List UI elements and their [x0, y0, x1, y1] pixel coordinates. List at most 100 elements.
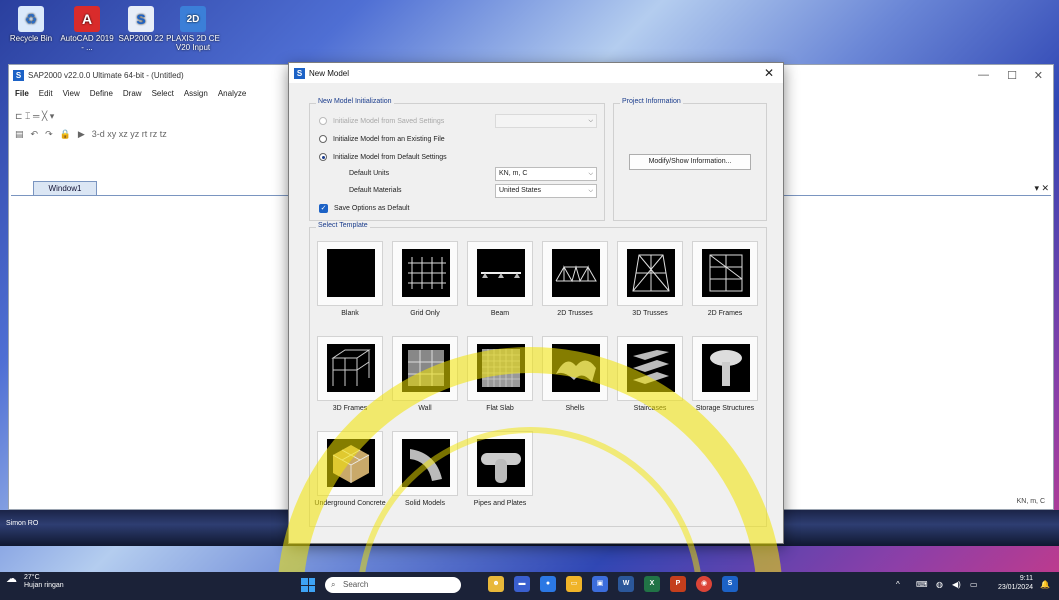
- default-units-select[interactable]: KN, m, C ⌵: [495, 167, 597, 181]
- template-flat-slab[interactable]: [467, 336, 533, 401]
- radio-button[interactable]: [319, 153, 327, 161]
- store-icon[interactable]: ▣: [592, 576, 608, 592]
- menu-select[interactable]: Select: [152, 89, 174, 98]
- desktop-icon-sap2000[interactable]: S SAP2000 22: [114, 4, 168, 43]
- undo-icon[interactable]: ↶: [31, 129, 39, 140]
- radio-label: Initialize Model from Default Settings: [333, 153, 447, 161]
- run-icon[interactable]: ▶: [78, 129, 85, 140]
- template-beam[interactable]: [467, 241, 533, 306]
- word-icon[interactable]: W: [618, 576, 634, 592]
- radio-button[interactable]: [319, 117, 327, 125]
- solid-models-icon: [402, 439, 450, 487]
- template-label: Staircases: [633, 405, 667, 412]
- menu-analyze[interactable]: Analyze: [218, 89, 246, 98]
- file-explorer-icon[interactable]: ▭: [566, 576, 582, 592]
- powerpoint-icon[interactable]: P: [670, 576, 686, 592]
- template-label: 3D Trusses: [632, 310, 668, 317]
- pipes-and-plates-icon: [477, 439, 525, 487]
- cloud-icon: ☁: [6, 573, 17, 585]
- template-3d-trusses[interactable]: [617, 241, 683, 306]
- taskbar-app-1[interactable]: ☻: [488, 576, 504, 592]
- keyboard-icon[interactable]: ⌨: [916, 580, 928, 589]
- notification-bell-icon[interactable]: 🔔: [1040, 580, 1050, 589]
- tab-window1[interactable]: Window1: [33, 181, 97, 195]
- template-label: Beam: [490, 310, 510, 317]
- check-icon[interactable]: ✓: [319, 204, 328, 213]
- taskbar-clock[interactable]: 9:11 23/01/2024: [998, 574, 1033, 592]
- template-staircases[interactable]: [617, 336, 683, 401]
- status-units[interactable]: KN, m, C: [1017, 498, 1045, 505]
- menu-draw[interactable]: Draw: [123, 89, 142, 98]
- taskbar-search[interactable]: ⌕ Search: [325, 577, 461, 593]
- template-pipes-and-plates[interactable]: [467, 431, 533, 496]
- chevron-up-icon[interactable]: ^: [896, 580, 900, 589]
- sap2000-logo-icon: S: [294, 67, 305, 79]
- toolbar-draw-tools[interactable]: ⊏ ⌶ ═ ╳ ▾: [15, 111, 54, 122]
- start-button[interactable]: [301, 578, 315, 592]
- template-wall[interactable]: [392, 336, 458, 401]
- taskbar-app-3[interactable]: ●: [540, 576, 556, 592]
- lock-icon[interactable]: 🔒: [60, 129, 71, 140]
- frame-3d-icon: [327, 344, 375, 392]
- template-shells[interactable]: [542, 336, 608, 401]
- default-units-value: KN, m, C: [499, 170, 528, 177]
- save-as-default-checkbox[interactable]: ✓ Save Options as Default: [319, 204, 410, 213]
- chevron-down-icon: ⌵: [588, 171, 593, 177]
- template-2d-trusses[interactable]: [542, 241, 608, 306]
- redo-icon[interactable]: ↷: [45, 129, 53, 140]
- taskbar-app-2[interactable]: ▬: [514, 576, 530, 592]
- shells-icon: [552, 344, 600, 392]
- template-label: Underground Concrete: [314, 500, 386, 507]
- search-placeholder: Search: [343, 580, 369, 589]
- save-icon[interactable]: ▤: [15, 129, 24, 140]
- menu-assign[interactable]: Assign: [184, 89, 208, 98]
- desktop-icon-plaxis[interactable]: 2D PLAXIS 2D CE V20 Input: [166, 4, 220, 52]
- template-2d-frames[interactable]: [692, 241, 758, 306]
- maximize-icon[interactable]: ☐: [1007, 69, 1017, 82]
- template-3d-frames[interactable]: [317, 336, 383, 401]
- radio-existing-file[interactable]: Initialize Model from an Existing File: [319, 135, 445, 143]
- radio-label: Initialize Model from an Existing File: [333, 135, 445, 143]
- desktop-icon-autocad[interactable]: A AutoCAD 2019 - ...: [60, 4, 114, 52]
- weather-widget[interactable]: ☁ 27°C Hujan ringan: [6, 574, 64, 590]
- default-materials-select[interactable]: United States ⌵: [495, 184, 597, 198]
- dialog-close-icon[interactable]: ✕: [764, 66, 774, 80]
- menu-view[interactable]: View: [63, 89, 80, 98]
- desktop-icon-label: SAP2000 22: [118, 34, 164, 43]
- desktop-icon-recycle-bin[interactable]: ♻ Recycle Bin: [4, 4, 58, 43]
- wall-icon: [402, 344, 450, 392]
- template-solid-models[interactable]: [392, 431, 458, 496]
- network-icon[interactable]: ◍: [936, 580, 943, 589]
- view-buttons[interactable]: 3-d xy xz yz rt rz tz: [92, 129, 167, 139]
- saved-settings-select[interactable]: ⌵: [495, 114, 597, 128]
- minimize-icon[interactable]: —: [978, 69, 989, 81]
- battery-icon[interactable]: ▭: [970, 580, 978, 589]
- template-label: Flat Slab: [486, 405, 514, 412]
- radio-saved-settings[interactable]: Initialize Model from Saved Settings: [319, 117, 444, 125]
- template-storage-structures[interactable]: [692, 336, 758, 401]
- template-blank[interactable]: [317, 241, 383, 306]
- close-icon[interactable]: ✕: [1034, 69, 1043, 82]
- volume-icon[interactable]: ◀): [952, 580, 961, 589]
- checkbox-label: Save Options as Default: [334, 205, 410, 212]
- menu-edit[interactable]: Edit: [39, 89, 53, 98]
- menu-file[interactable]: File: [15, 89, 29, 98]
- menu-define[interactable]: Define: [90, 89, 113, 98]
- radio-button[interactable]: [319, 135, 327, 143]
- sap2000-taskbar-icon[interactable]: S: [722, 576, 738, 592]
- recycle-bin-icon: ♻: [18, 6, 44, 32]
- chrome-icon[interactable]: ◉: [696, 576, 712, 592]
- blank-icon: [327, 249, 375, 297]
- window-pin-close-icon[interactable]: ▾ ✕: [1034, 183, 1049, 194]
- radio-default-settings[interactable]: Initialize Model from Default Settings: [319, 153, 447, 161]
- template-grid-only[interactable]: [392, 241, 458, 306]
- default-materials-label: Default Materials: [349, 187, 402, 194]
- excel-icon[interactable]: X: [644, 576, 660, 592]
- clock-date: 23/01/2024: [997, 584, 1033, 591]
- template-underground-concrete[interactable]: [317, 431, 383, 496]
- truss-3d-icon: [627, 249, 675, 297]
- weather-desc: Hujan ringan: [24, 582, 64, 589]
- weather-temp: 27°C: [24, 574, 40, 581]
- modify-show-info-button[interactable]: Modify/Show Information...: [629, 154, 751, 170]
- init-group-legend: New Model Initialization: [316, 98, 394, 105]
